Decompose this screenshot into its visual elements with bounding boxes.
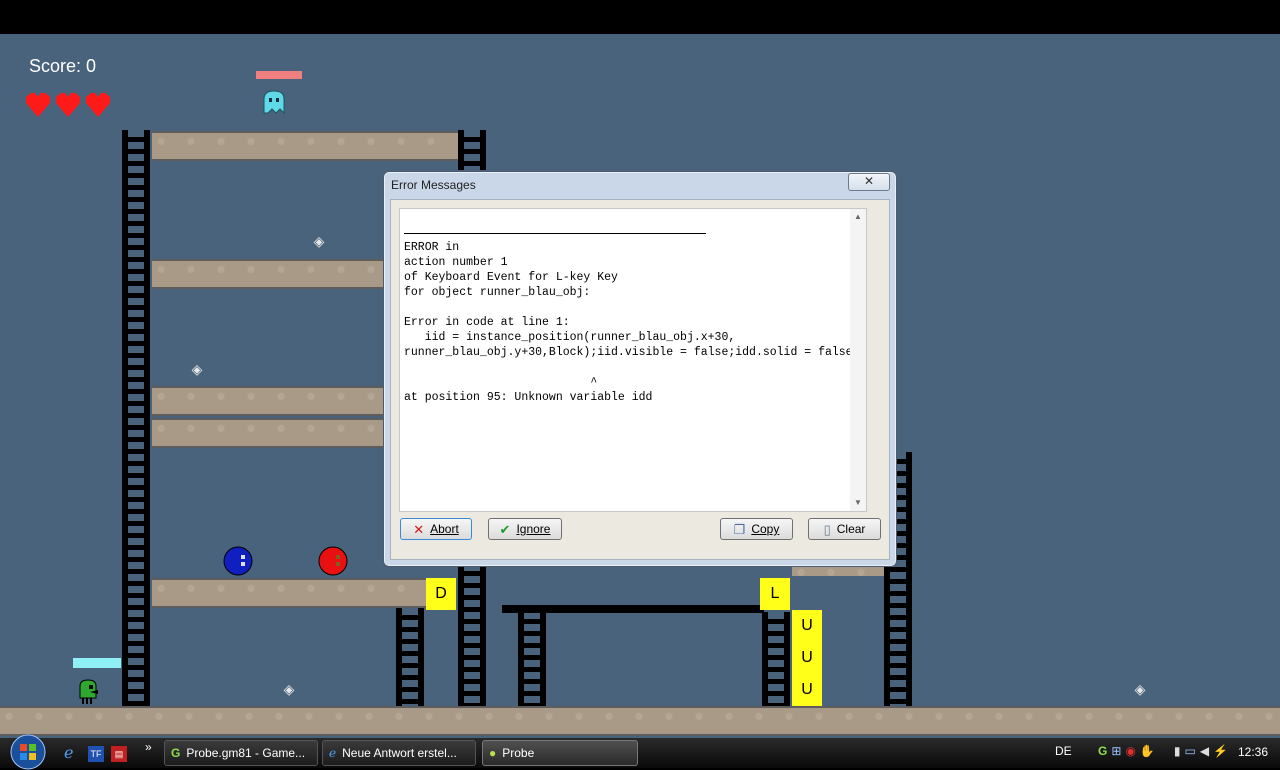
diamond-icon: ◈ bbox=[1134, 681, 1146, 697]
task-browser[interactable]: ℯ Neue Antwort erstel... bbox=[322, 740, 476, 766]
platform bbox=[152, 259, 384, 289]
error-message-textbox[interactable]: ERROR in action number 1 of Keyboard Eve… bbox=[399, 208, 867, 512]
letter-block-l: L bbox=[760, 578, 790, 610]
ladder bbox=[396, 608, 424, 706]
task-gamemaker[interactable]: G Probe.gm81 - Game... bbox=[164, 740, 318, 766]
diamond-icon: ◈ bbox=[191, 361, 203, 377]
ghost-health-bar bbox=[256, 71, 302, 79]
quicklaunch-overflow[interactable]: » bbox=[145, 740, 152, 754]
x-icon: ✕ bbox=[413, 521, 425, 537]
ghost-icon bbox=[263, 90, 285, 115]
ladder bbox=[518, 612, 546, 706]
task-probe[interactable]: ● Probe bbox=[482, 740, 638, 766]
power-tray-icon[interactable]: ⚡ bbox=[1213, 744, 1228, 762]
monitor-tray-icon[interactable]: ▭ bbox=[1184, 744, 1195, 762]
letter-block-u: U bbox=[792, 610, 822, 642]
scroll-down-arrow-icon[interactable]: ▼ bbox=[850, 495, 866, 511]
start-button[interactable] bbox=[8, 734, 48, 770]
red-ball-icon bbox=[318, 546, 348, 576]
app-icon: ● bbox=[489, 746, 497, 760]
volume-tray-icon[interactable]: ◀ bbox=[1200, 744, 1209, 762]
blue-ball-icon bbox=[223, 546, 253, 576]
platform bbox=[152, 578, 428, 608]
close-button[interactable]: ✕ bbox=[848, 173, 890, 191]
platform bbox=[152, 418, 384, 448]
letter-block-u: U bbox=[792, 674, 822, 706]
abort-button[interactable]: ✕ Abort bbox=[400, 518, 472, 540]
document-icon: ▯ bbox=[823, 521, 831, 537]
ladder bbox=[122, 130, 150, 706]
error-message-text: ERROR in action number 1 of Keyboard Eve… bbox=[404, 241, 853, 404]
task-label: Probe bbox=[502, 746, 535, 760]
green-runner-icon bbox=[79, 679, 98, 704]
task-label: Probe.gm81 - Game... bbox=[186, 746, 306, 760]
task-label: Neue Antwort erstel... bbox=[342, 746, 457, 760]
tf-quicklaunch-icon[interactable]: TF bbox=[88, 746, 104, 762]
dialog-titlebar[interactable]: Error Messages ✕ bbox=[384, 172, 896, 196]
heart-icon bbox=[86, 93, 110, 117]
dialog-title: Error Messages bbox=[391, 178, 476, 192]
network-tray-icon[interactable]: ⊞ bbox=[1111, 744, 1121, 762]
ladder bbox=[458, 130, 486, 170]
heart-icon bbox=[56, 93, 80, 117]
diamond-icon: ◈ bbox=[283, 681, 295, 697]
score-label: Score: 0 bbox=[29, 56, 97, 76]
vertical-scrollbar[interactable]: ▲ ▼ bbox=[850, 209, 866, 511]
letter-block-d: D bbox=[426, 578, 456, 610]
heart-icon bbox=[26, 93, 50, 117]
language-indicator[interactable]: DE bbox=[1055, 744, 1072, 758]
gamemaker-tray-icon[interactable]: G bbox=[1098, 744, 1107, 762]
diamond-icon: ◈ bbox=[313, 233, 325, 249]
ie-quicklaunch-icon[interactable]: ℯ bbox=[64, 745, 82, 763]
copy-icon: ❐ bbox=[733, 521, 746, 537]
hand-tray-icon[interactable]: ✋ bbox=[1140, 744, 1155, 762]
floor bbox=[0, 706, 1280, 736]
pdf-quicklaunch-icon[interactable]: ▤ bbox=[111, 746, 127, 762]
device-tray-icon[interactable]: ▮ bbox=[1174, 744, 1181, 762]
copy-label: Copy bbox=[751, 522, 780, 536]
checkmark-icon: ✔ bbox=[499, 521, 511, 537]
error-dialog: Error Messages ✕ ERROR in action number … bbox=[383, 171, 897, 567]
clear-label: Clear bbox=[836, 522, 866, 536]
ignore-label: Ignore bbox=[516, 522, 551, 536]
dialog-client: ERROR in action number 1 of Keyboard Eve… bbox=[390, 199, 890, 560]
scroll-up-arrow-icon[interactable]: ▲ bbox=[850, 209, 866, 225]
clock[interactable]: 12:36 bbox=[1238, 745, 1268, 759]
clear-button[interactable]: ▯ Clear bbox=[808, 518, 881, 540]
platform bbox=[152, 386, 384, 416]
player-health-bar bbox=[73, 658, 121, 668]
gamemaker-icon: G bbox=[171, 746, 181, 760]
letter-block-u: U bbox=[792, 642, 822, 674]
copy-button[interactable]: ❐ Copy bbox=[720, 518, 793, 540]
ie-icon: ℯ bbox=[329, 746, 337, 760]
ignore-button[interactable]: ✔ Ignore bbox=[488, 518, 562, 540]
antivirus-tray-icon[interactable]: ◉ bbox=[1125, 744, 1135, 762]
platform bbox=[152, 131, 458, 161]
ladder bbox=[762, 612, 790, 706]
tray-spacer bbox=[1159, 744, 1170, 762]
ladder bbox=[458, 564, 486, 706]
separator-line bbox=[404, 233, 706, 234]
abort-label: Abort bbox=[430, 522, 459, 536]
taskbar: ℯ TF ▤ » G Probe.gm81 - Game... ℯ Neue A… bbox=[0, 734, 1280, 770]
tray-icons: G ⊞ ◉ ✋ ▮ ▭ ◀ ⚡ bbox=[1098, 744, 1228, 762]
bridge bbox=[502, 605, 764, 613]
